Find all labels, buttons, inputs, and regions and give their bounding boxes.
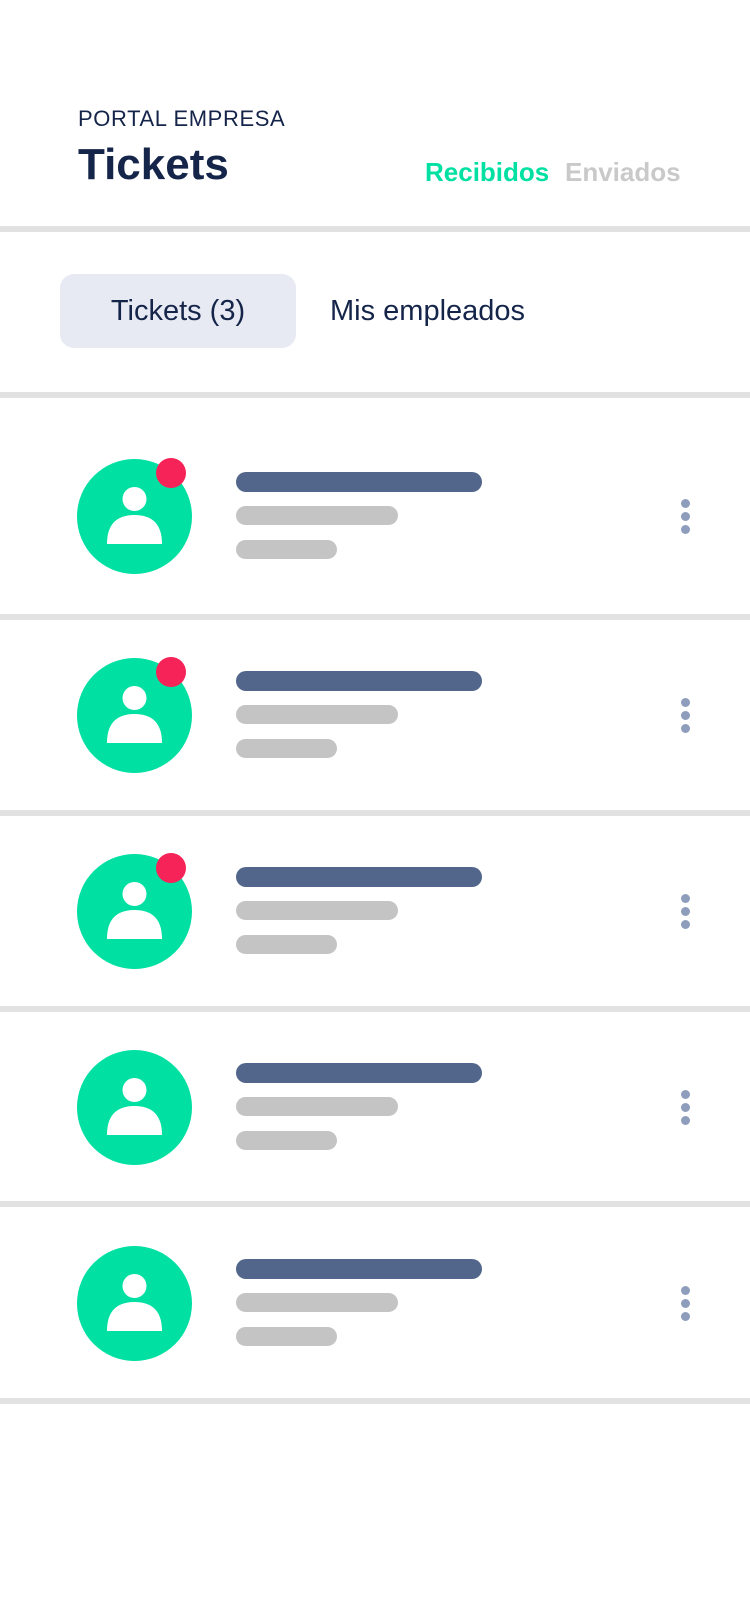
segment-enviados[interactable]: Enviados	[565, 157, 681, 188]
ticket-meta-placeholder	[236, 1326, 337, 1346]
more-vertical-icon[interactable]	[670, 494, 702, 542]
tab-bar: Tickets (3) Mis empleados	[0, 232, 750, 392]
more-vertical-icon[interactable]	[670, 693, 702, 741]
ticket-subtitle-placeholder	[236, 506, 398, 525]
ticket-row[interactable]	[0, 816, 750, 1006]
ticket-title-placeholder	[236, 867, 482, 887]
ticket-title-placeholder	[236, 671, 482, 691]
more-vertical-icon[interactable]	[670, 1085, 702, 1133]
more-vertical-icon[interactable]	[670, 1281, 702, 1329]
portal-label: PORTAL EMPRESA	[78, 106, 286, 131]
notification-dot-icon	[156, 657, 186, 687]
ticket-subtitle-placeholder	[236, 901, 398, 920]
ticket-row[interactable]	[0, 1207, 750, 1398]
page-title: Tickets	[78, 140, 229, 189]
ticket-row[interactable]	[0, 398, 750, 614]
ticket-row[interactable]	[0, 620, 750, 810]
ticket-meta-placeholder	[236, 739, 337, 758]
user-avatar-icon	[77, 1245, 192, 1361]
ticket-title-placeholder	[236, 1062, 482, 1083]
row-divider	[0, 1398, 750, 1404]
ticket-meta-placeholder	[236, 540, 337, 559]
more-vertical-icon[interactable]	[670, 889, 702, 937]
notification-dot-icon	[156, 458, 186, 488]
tab-tickets[interactable]: Tickets (3)	[60, 274, 296, 348]
ticket-meta-placeholder	[236, 935, 337, 954]
ticket-title-placeholder	[236, 472, 482, 492]
segment-recibidos[interactable]: Recibidos	[425, 157, 549, 188]
ticket-row[interactable]	[0, 1012, 750, 1201]
tab-mis-empleados[interactable]: Mis empleados	[316, 274, 539, 348]
ticket-meta-placeholder	[236, 1130, 337, 1150]
ticket-subtitle-placeholder	[236, 1292, 398, 1312]
ticket-title-placeholder	[236, 1258, 482, 1279]
notification-dot-icon	[156, 853, 186, 883]
ticket-subtitle-placeholder	[236, 705, 398, 724]
app-header: PORTAL EMPRESA Tickets Recibidos Enviado…	[0, 0, 750, 226]
user-avatar-icon	[77, 1049, 192, 1165]
ticket-subtitle-placeholder	[236, 1096, 398, 1116]
